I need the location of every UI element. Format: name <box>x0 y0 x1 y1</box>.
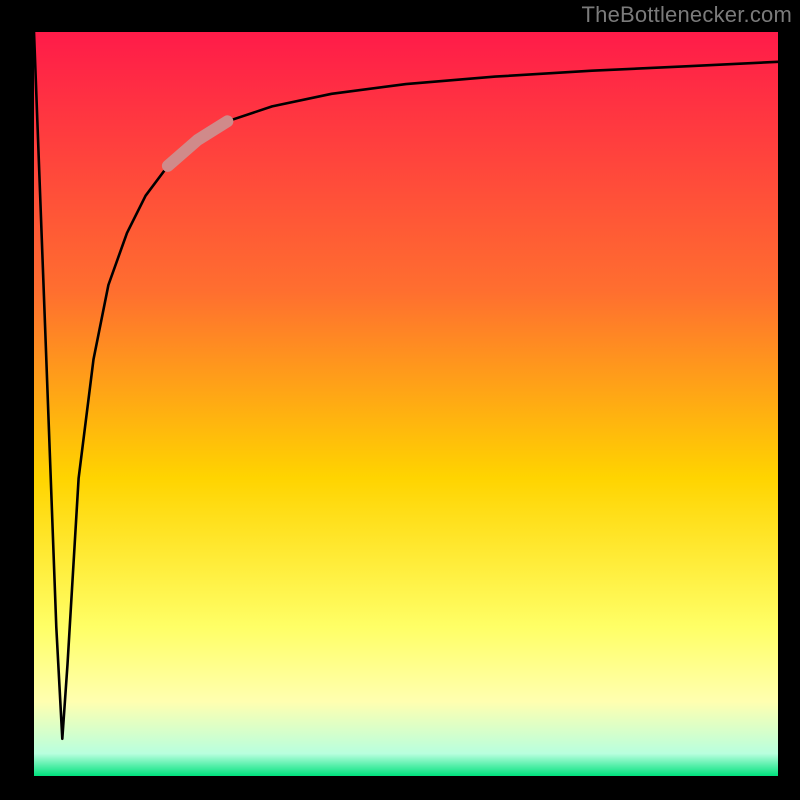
plot-area <box>34 32 778 776</box>
watermark-text: TheBottlenecker.com <box>582 2 792 28</box>
chart-container: TheBottlenecker.com <box>0 0 800 800</box>
chart-svg <box>0 0 800 800</box>
